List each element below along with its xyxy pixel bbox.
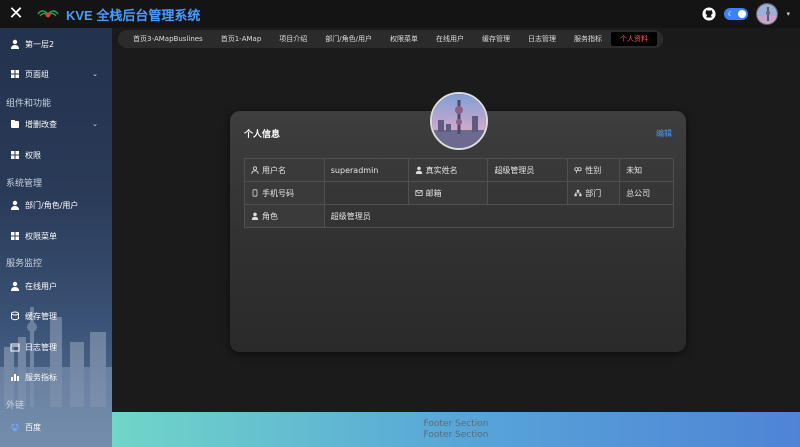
edit-button[interactable]: 编辑 [656, 128, 672, 139]
paw-icon [10, 423, 20, 432]
theme-toggle[interactable]: ☾ [724, 8, 749, 20]
grid-icon [11, 151, 19, 159]
tab-profile[interactable]: 个人资料 [610, 32, 657, 46]
tab-project-intro[interactable]: 项目介绍 [270, 32, 316, 46]
sidebar-item-label: 权限菜单 [25, 231, 57, 241]
user-icon [251, 212, 259, 220]
tab-cache[interactable]: 缓存管理 [473, 32, 519, 46]
database-icon [11, 311, 19, 321]
tab-amap[interactable]: 首页1-AMap [212, 32, 271, 46]
user-icon [415, 166, 422, 174]
footer-text: Footer Section [423, 430, 489, 440]
gender-icon [574, 166, 582, 173]
sidebar-item-permission[interactable]: 权限 [0, 145, 112, 165]
sidebar-item-permission-menu[interactable]: 权限菜单 [0, 226, 112, 246]
tab-permission-menu[interactable]: 权限菜单 [381, 32, 427, 46]
sidebar-item-label: 在线用户 [25, 281, 57, 291]
sidebar-group-monitor: 服务监控 [6, 259, 43, 269]
profile-avatar[interactable] [430, 92, 488, 150]
top-bar: ✕ KVE 全栈后台管理系统 ☾ ▾ [0, 0, 800, 28]
sidebar-group-components: 组件和功能 [6, 99, 52, 109]
sidebar-item-label: 缓存管理 [25, 311, 57, 321]
sidebar-item-label: 增删改查 [25, 119, 57, 129]
email-value [487, 181, 569, 205]
card-title: 个人信息 [244, 130, 281, 140]
sidebar-item-label: 日志管理 [25, 342, 57, 352]
github-icon[interactable] [702, 7, 717, 21]
profile-table: 用户名 superadmin 真实姓名 超级管理员 性别 未知 手机号码 邮箱 [244, 158, 675, 228]
sidebar-item-layer2[interactable]: 第一层2 [0, 34, 112, 54]
role-value: 超级管理员 [323, 204, 675, 228]
grid-icon [11, 70, 19, 78]
user-icon [11, 200, 19, 210]
username-label: 用户名 [244, 158, 325, 182]
footer-text: Footer Section [423, 419, 489, 429]
sidebar-item-dept-role-user[interactable]: 部门/角色/用户 [0, 195, 112, 215]
chevron-down-icon: ⌄ [92, 70, 98, 78]
gender-value: 未知 [619, 158, 674, 182]
table-row: 手机号码 邮箱 部门 总公司 [244, 181, 674, 205]
tab-online-users[interactable]: 在线用户 [427, 32, 473, 46]
sidebar-item-cache[interactable]: 缓存管理 [0, 306, 112, 326]
department-value: 总公司 [619, 181, 674, 205]
app-title: KVE 全栈后台管理系统 [66, 7, 201, 23]
realname-label: 真实姓名 [407, 158, 489, 182]
footer: Footer Section Footer Section [112, 412, 800, 447]
chevron-down-icon: ⌄ [92, 120, 98, 128]
email-label: 邮箱 [407, 181, 489, 205]
chevron-down-icon[interactable]: ▾ [786, 10, 790, 18]
logo-icon [37, 10, 59, 18]
sidebar-item-label: 页面组 [25, 69, 49, 79]
user-avatar[interactable] [756, 3, 779, 25]
tab-amap-buslines[interactable]: 首页3-AMapBuslines [124, 32, 212, 46]
sidebar-item-metrics[interactable]: 服务指标 [0, 367, 112, 387]
department-label: 部门 [567, 181, 621, 205]
username-value: superadmin [323, 158, 409, 182]
tab-logs[interactable]: 日志管理 [519, 32, 565, 46]
tab-bar: 首页3-AMapBuslines 首页1-AMap 项目介绍 部门/角色/用户 … [118, 30, 663, 48]
org-icon [574, 189, 582, 196]
tab-dept-role-user[interactable]: 部门/角色/用户 [316, 32, 381, 46]
calendar-icon [10, 343, 20, 352]
phone-value [323, 181, 409, 205]
moon-icon: ☾ [727, 10, 734, 18]
user-icon [11, 39, 19, 49]
table-row: 用户名 superadmin 真实姓名 超级管理员 性别 未知 [244, 158, 674, 182]
sidebar-item-logs[interactable]: 日志管理 [0, 337, 112, 357]
table-row: 角色 超级管理员 [244, 204, 675, 228]
gender-label: 性别 [567, 158, 621, 182]
sidebar-item-pagegroup[interactable]: 页面组 ⌄ [0, 64, 112, 84]
sidebar-item-label: 服务指标 [25, 372, 57, 382]
tab-metrics[interactable]: 服务指标 [565, 32, 611, 46]
toggle-knob [738, 10, 747, 18]
phone-icon [252, 188, 258, 197]
role-label: 角色 [244, 204, 325, 228]
sidebar-item-label: 第一层2 [25, 39, 55, 49]
grid-icon [11, 232, 19, 240]
folder-icon [11, 120, 19, 128]
close-icon[interactable]: ✕ [6, 4, 26, 24]
sidebar: 第一层2 页面组 ⌄ 组件和功能 增删改查 ⌄ 权限 系统管理 部门/角色/用户… [0, 28, 112, 447]
user-icon [11, 281, 19, 291]
phone-label: 手机号码 [244, 181, 325, 205]
sidebar-item-baidu[interactable]: 百度 [0, 417, 112, 437]
sidebar-item-online-users[interactable]: 在线用户 [0, 276, 112, 296]
sidebar-item-label: 部门/角色/用户 [25, 200, 79, 210]
realname-value: 超级管理员 [487, 158, 569, 182]
mail-icon [415, 189, 423, 196]
chart-icon [11, 374, 19, 381]
sidebar-item-crud[interactable]: 增删改查 ⌄ [0, 114, 112, 134]
user-icon [251, 165, 259, 174]
sidebar-item-label: 百度 [25, 422, 41, 432]
sidebar-item-label: 权限 [25, 150, 41, 160]
sidebar-group-links: 外链 [6, 401, 25, 411]
sidebar-group-system: 系统管理 [6, 179, 43, 189]
